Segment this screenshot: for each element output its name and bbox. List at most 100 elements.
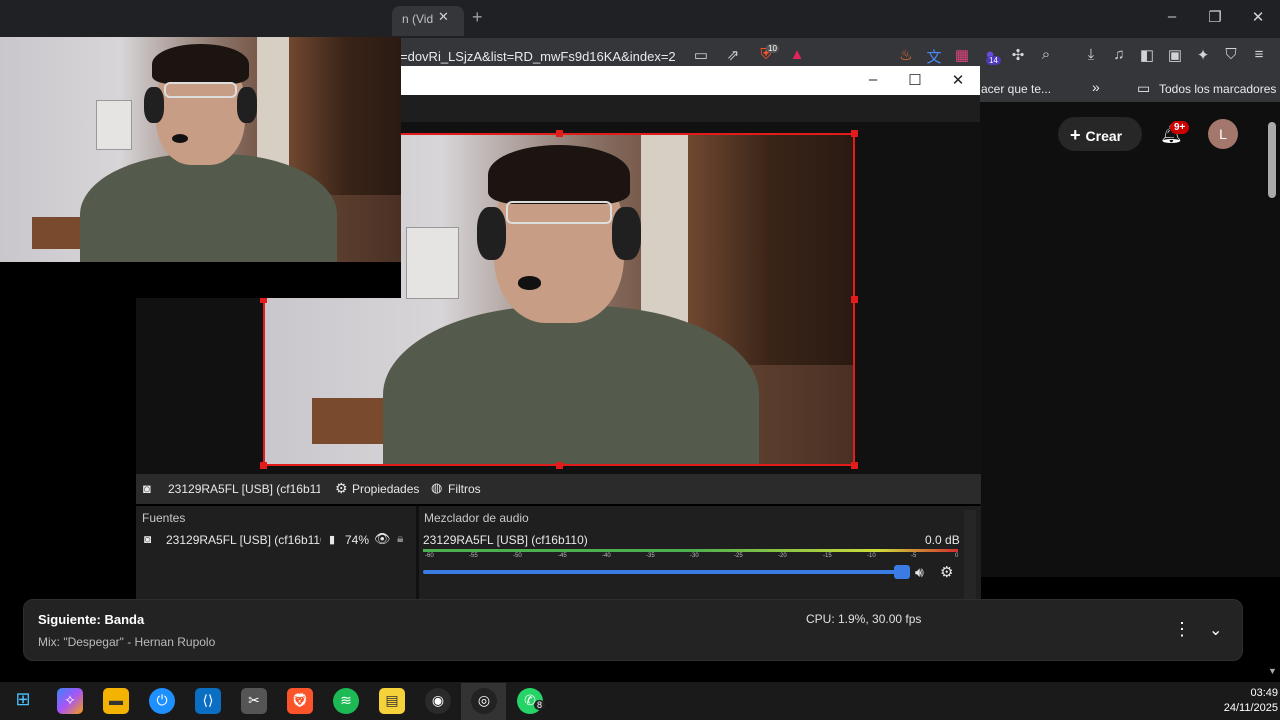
source-list-item[interactable]: 23129RA5FL [USB] (cf16b110): [166, 533, 321, 547]
speaker-icon[interactable]: 🔊︎: [915, 564, 924, 581]
extension-color-icon[interactable]: ▦: [951, 46, 973, 66]
mixer-settings-gear-icon[interactable]: ⚙: [940, 563, 953, 581]
vu-tick-label: -5: [911, 553, 917, 559]
brave-rewards-icon[interactable]: ▲: [786, 46, 808, 66]
spotify-icon[interactable]: ≋: [333, 688, 359, 714]
power-app-icon[interactable]: ⏻: [149, 688, 175, 714]
download-icon[interactable]: ⤓: [1080, 46, 1102, 66]
more-options-icon[interactable]: ⋮: [1173, 619, 1191, 640]
bookmarks-overflow-icon[interactable]: »: [1092, 79, 1100, 95]
menu-icon[interactable]: ≡: [1248, 46, 1270, 66]
resize-handle[interactable]: [260, 462, 267, 469]
resize-handle[interactable]: [556, 462, 563, 469]
copilot-icon[interactable]: ✧: [57, 688, 83, 714]
obs-studio-icon[interactable]: ◎: [471, 688, 497, 714]
mixer-db-value: 0.0 dB: [925, 533, 960, 547]
browser-tab-bar: [0, 0, 1280, 38]
resize-handle[interactable]: [851, 130, 858, 137]
address-bar-url[interactable]: =dovRi_LSjzA&list=RD_mwFs9d16KA&index=2: [400, 49, 676, 64]
volume-slider[interactable]: [423, 570, 909, 574]
clock-time: 03:49: [1250, 687, 1278, 699]
resize-handle[interactable]: [851, 296, 858, 303]
source-toolbar-name: 23129RA5FL [USB] (cf16b110: [168, 482, 320, 496]
visibility-eye-icon[interactable]: 👁︎: [374, 531, 391, 547]
all-bookmarks-folder[interactable]: Todos los marcadores: [1159, 82, 1276, 96]
vscode-icon[interactable]: ⟨⟩: [195, 688, 221, 714]
gear-icon: ⚙: [335, 480, 348, 496]
obs-close-icon[interactable]: ✕: [948, 71, 968, 89]
avatar[interactable]: L: [1208, 119, 1238, 149]
volume-slider-handle[interactable]: [894, 565, 910, 579]
vu-tick-label: -60: [425, 553, 434, 559]
obs-recording-icon[interactable]: ◉: [425, 688, 451, 714]
filters-icon: ◍: [431, 480, 443, 495]
browser-restore-icon[interactable]: ❐: [1205, 8, 1225, 26]
sticky-notes-icon[interactable]: ▤: [379, 688, 405, 714]
create-button[interactable]: + Crear: [1058, 117, 1142, 151]
new-tab-icon[interactable]: +: [472, 7, 483, 28]
browser-tab[interactable]: n (Vid: [392, 6, 464, 36]
scrollbar-thumb[interactable]: [1268, 122, 1276, 198]
camera-icon: ◙: [143, 481, 151, 496]
properties-button[interactable]: Propiedades: [352, 482, 419, 496]
vu-tick-label: -35: [646, 553, 655, 559]
system-clock[interactable]: 03:49 24/11/2025: [1200, 686, 1278, 716]
translate-icon[interactable]: 文: [923, 46, 945, 66]
leo-ai-icon[interactable]: ✦: [1192, 46, 1214, 66]
extension-fire-icon[interactable]: ♨: [895, 46, 917, 66]
file-explorer-icon[interactable]: ▬: [103, 688, 129, 714]
vu-tick-label: 0: [955, 553, 959, 559]
plus-icon: +: [1070, 125, 1081, 145]
resize-handle[interactable]: [556, 130, 563, 137]
vu-tick-label: -15: [823, 553, 832, 559]
source-toolbar: ◙ 23129RA5FL [USB] (cf16b110 ⚙ Propiedad…: [136, 474, 981, 504]
obs-titlebar: [400, 66, 980, 95]
vu-meter: [423, 549, 958, 552]
webcam-overlay-window[interactable]: [0, 37, 401, 262]
sidebar-icon[interactable]: ◧: [1136, 46, 1158, 66]
mixer-scrollbar[interactable]: [964, 510, 976, 606]
snipping-tool-icon[interactable]: ✂: [241, 688, 267, 714]
browser-minimize-icon[interactable]: –: [1162, 8, 1182, 25]
browser-tab-title: n (Vid: [402, 12, 434, 26]
clock-date: 24/11/2025: [1223, 702, 1278, 714]
vu-tick-label: -30: [690, 553, 699, 559]
extensions-puzzle-icon[interactable]: ✣: [1007, 46, 1029, 66]
vu-tick-label: -25: [734, 553, 743, 559]
filters-button[interactable]: Filtros: [448, 482, 481, 496]
bookmark-item[interactable]: acer que te...: [981, 82, 1051, 96]
vu-tick-label: -10: [867, 553, 876, 559]
scroll-down-icon[interactable]: ▼: [1268, 666, 1277, 676]
vu-tick-label: -55: [469, 553, 478, 559]
wallet-icon[interactable]: ▣: [1164, 46, 1186, 66]
up-next-title: Siguiente: Banda: [38, 612, 145, 627]
chevron-down-icon[interactable]: ⌄: [1209, 620, 1222, 640]
shield-count-badge: 10: [766, 44, 779, 53]
mixer-source-name: 23129RA5FL [USB] (cf16b110): [423, 533, 588, 547]
lock-icon[interactable]: 🔒︎: [397, 531, 403, 546]
tab-close-icon[interactable]: ✕: [438, 9, 449, 25]
vu-tick-label: -40: [602, 553, 611, 559]
resize-handle[interactable]: [851, 462, 858, 469]
brave-browser-icon[interactable]: 🦁︎: [287, 688, 313, 714]
extension-count-badge: 14: [986, 56, 1001, 65]
vu-tick-label: -50: [513, 553, 522, 559]
webcam-overlay-image: [0, 37, 401, 262]
whatsapp-badge: 8: [534, 700, 546, 710]
media-icon[interactable]: ♫: [1108, 46, 1130, 66]
share-icon[interactable]: ⇗: [722, 46, 744, 66]
browser-close-icon[interactable]: ✕: [1248, 8, 1268, 26]
cast-icon[interactable]: ▭: [690, 46, 712, 66]
sources-dock-title: Fuentes: [142, 511, 186, 525]
obs-maximize-icon[interactable]: ☐: [905, 71, 925, 89]
obs-minimize-icon[interactable]: –: [863, 71, 883, 88]
vu-tick-label: -45: [558, 553, 567, 559]
vu-tick-label: -20: [778, 553, 787, 559]
start-windows-icon[interactable]: ⊞: [10, 688, 36, 714]
obs-cpu-status: CPU: 1.9%, 30.00 fps: [806, 612, 922, 626]
source-opacity: 74%: [345, 533, 370, 547]
vpn-icon[interactable]: ⛉: [1220, 46, 1242, 66]
up-next-bar[interactable]: [23, 599, 1243, 661]
windows-taskbar: [0, 682, 1280, 720]
search-tabs-icon[interactable]: ⌕: [1035, 46, 1057, 66]
